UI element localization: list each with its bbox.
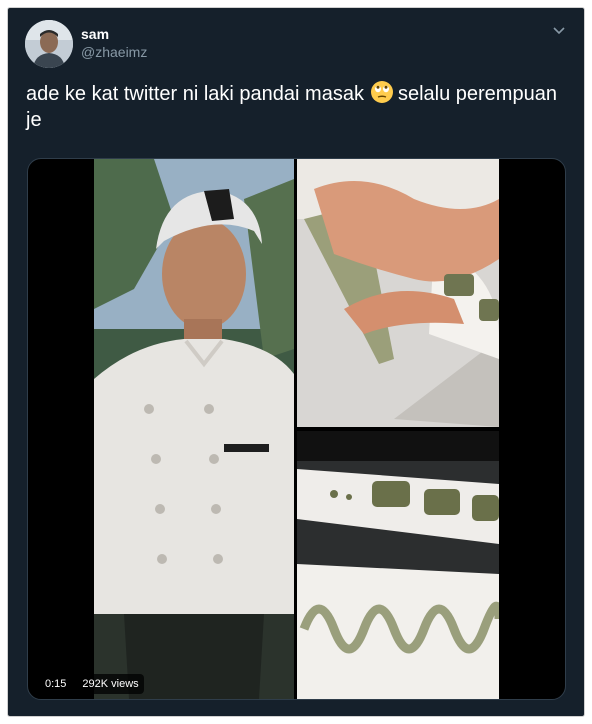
avatar[interactable] <box>25 20 73 68</box>
tweet-card: sam @zhaeimz ade ke kat twitter ni laki … <box>8 8 584 716</box>
video-thumbnail <box>94 159 499 699</box>
tweet-text: ade ke kat twitter ni laki pandai masak … <box>26 80 566 133</box>
tweet-text-part1: ade ke kat twitter ni laki pandai masak <box>26 83 364 105</box>
avatar-image <box>25 20 73 68</box>
display-name[interactable]: sam <box>81 26 109 42</box>
user-handle[interactable]: @zhaeimz <box>81 44 147 60</box>
chevron-down-icon[interactable] <box>550 24 568 38</box>
video-stats: 0:15 292K views <box>40 674 144 694</box>
video-views: 292K views <box>77 674 144 694</box>
rolling-eyes-emoji-icon <box>370 80 394 104</box>
video-duration: 0:15 <box>40 674 72 694</box>
video-player[interactable]: 0:15 292K views <box>27 158 566 700</box>
